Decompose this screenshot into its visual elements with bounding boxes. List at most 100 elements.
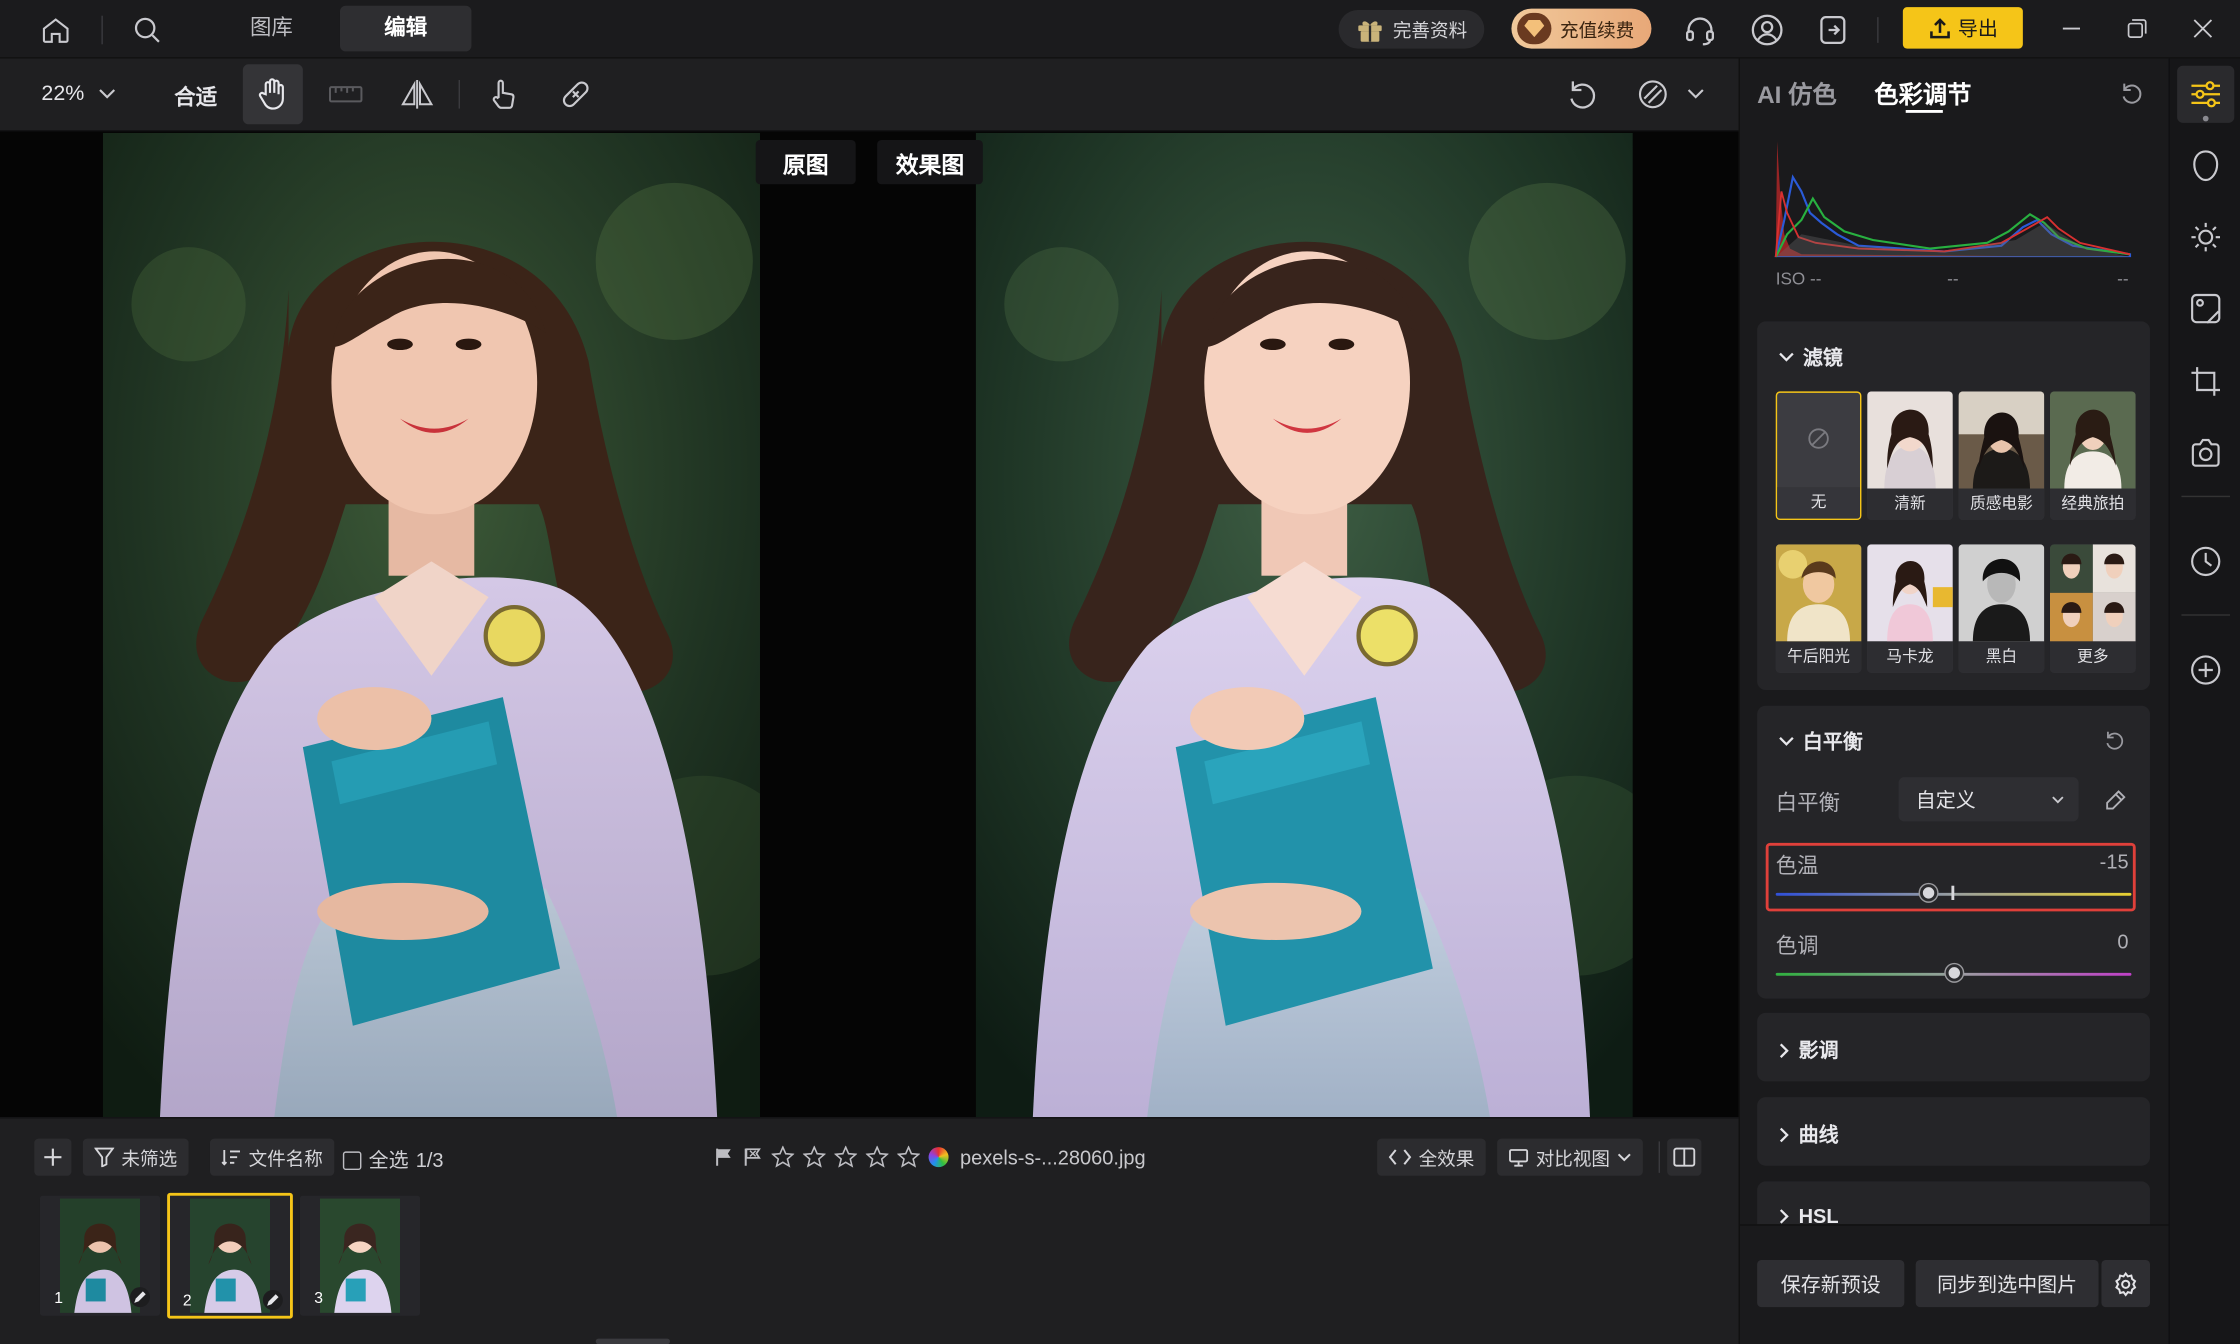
sync-button[interactable]: 同步到选中图片 — [1915, 1259, 2099, 1308]
tab-library[interactable]: 图库 — [214, 6, 328, 52]
thumbnail-1[interactable]: 1 — [39, 1195, 160, 1316]
split-view-button[interactable] — [1667, 1138, 1702, 1176]
thumbnail-number: 2 — [182, 1292, 192, 1310]
filter-more[interactable]: 更多 — [2049, 544, 2136, 673]
split-icon — [1673, 1147, 1696, 1167]
fit-button[interactable]: 合适 — [174, 81, 217, 111]
filter-afternoon-sun[interactable]: 午后阳光 — [1775, 544, 1862, 673]
filter-section-title: 滤镜 — [1802, 345, 1843, 369]
login-icon[interactable] — [1813, 10, 1853, 50]
ruler-icon[interactable] — [326, 74, 366, 114]
filmstrip-scrollbar[interactable] — [595, 1338, 670, 1344]
filter-black-white[interactable]: 黑白 — [1958, 544, 2045, 673]
recharge-button[interactable]: 充值续费 — [1511, 8, 1652, 49]
search-icon[interactable] — [129, 11, 166, 48]
chevron-right-icon — [1779, 1042, 1790, 1058]
undo-icon[interactable] — [1563, 74, 1603, 114]
export-button[interactable]: 导出 — [1902, 7, 2023, 49]
white-balance-title: 白平衡 — [1802, 729, 1863, 753]
face-retouch-icon[interactable] — [2187, 147, 2224, 184]
chevron-down-icon — [1779, 351, 1795, 362]
sort-icon — [221, 1147, 241, 1167]
history-icon[interactable] — [2187, 543, 2224, 580]
filename-label: pexels-s-...28060.jpg — [959, 1145, 1146, 1169]
original-label: 原图 — [755, 139, 856, 185]
star-icon[interactable] — [802, 1145, 826, 1169]
tint-label: 色调 — [1775, 934, 1819, 959]
touch-icon[interactable] — [483, 74, 523, 114]
add-button[interactable] — [34, 1138, 72, 1176]
none-icon — [1807, 427, 1830, 450]
minimize-icon[interactable] — [2054, 11, 2088, 45]
temperature-value[interactable]: -15 — [2086, 850, 2129, 873]
reject-flag-icon[interactable] — [743, 1147, 763, 1167]
plus-icon — [43, 1147, 63, 1167]
crop-icon[interactable] — [2187, 363, 2224, 400]
sort-label: 文件名称 — [248, 1147, 323, 1170]
diamond-icon — [1517, 12, 1552, 45]
reset-icon[interactable] — [2116, 77, 2147, 108]
edited-pencil-icon — [129, 1287, 150, 1308]
user-icon[interactable] — [1747, 10, 1787, 50]
compare-view-dropdown[interactable]: 对比视图 — [1497, 1138, 1643, 1176]
star-icon[interactable] — [865, 1145, 889, 1169]
mask-icon[interactable] — [1633, 74, 1673, 114]
thumbnail-2[interactable]: 2 — [167, 1192, 293, 1319]
white-balance-header[interactable]: 白平衡 — [1779, 727, 1863, 756]
filter-fresh[interactable]: 清新 — [1867, 391, 1953, 520]
save-preset-button[interactable]: 保存新预设 — [1757, 1259, 1905, 1308]
select-all-checkbox[interactable]: 全选 1/3 — [342, 1146, 444, 1175]
color-label-icon[interactable] — [928, 1147, 949, 1168]
filter-label: 经典旅拍 — [2049, 488, 2136, 520]
brightness-icon[interactable] — [2187, 219, 2224, 256]
filter-macaron[interactable]: 马卡龙 — [1867, 544, 1953, 673]
filter-label: 更多 — [2049, 641, 2136, 673]
add-tool-icon[interactable] — [2187, 651, 2224, 688]
camera-icon[interactable] — [2187, 434, 2224, 471]
curve-section-title: 曲线 — [1798, 1122, 1839, 1146]
sort-dropdown[interactable]: 文件名称 — [209, 1138, 335, 1176]
hand-tool-icon[interactable] — [242, 64, 303, 125]
complete-profile-button[interactable]: 完善资料 — [1338, 9, 1485, 49]
reset-icon[interactable] — [2100, 726, 2129, 755]
filter-none[interactable]: 无 — [1775, 391, 1862, 520]
filter-section-header[interactable]: 滤镜 — [1779, 343, 1843, 372]
filter-travel[interactable]: 经典旅拍 — [2049, 391, 2136, 520]
histogram — [1772, 134, 2133, 258]
flip-icon[interactable] — [397, 74, 437, 114]
flag-icon[interactable] — [714, 1147, 734, 1167]
tone-section-header[interactable]: 影调 — [1779, 1036, 1839, 1065]
effect-label: 效果图 — [877, 139, 983, 185]
restore-icon[interactable] — [2120, 11, 2154, 45]
filter-dropdown[interactable]: 未筛选 — [82, 1138, 189, 1176]
image-canvas[interactable]: 原图 效果图 — [0, 131, 1739, 1118]
image-edit-icon[interactable] — [2187, 290, 2224, 327]
filter-label: 黑白 — [1958, 641, 2045, 673]
tab-ai-color[interactable]: AI 仿色 — [1757, 74, 1837, 110]
eyedropper-icon[interactable] — [2100, 784, 2131, 815]
home-icon[interactable] — [37, 11, 74, 48]
tint-value[interactable]: 0 — [2086, 930, 2128, 953]
star-icon[interactable] — [834, 1145, 858, 1169]
white-balance-select[interactable]: 自定义 — [1898, 777, 2079, 822]
filter-label: 午后阳光 — [1775, 641, 1862, 673]
temperature-slider-handle[interactable] — [1920, 884, 1938, 902]
tab-edit[interactable]: 编辑 — [339, 5, 472, 52]
tab-color-adjust[interactable]: 色彩调节 — [1874, 74, 1971, 110]
filter-film[interactable]: 质感电影 — [1958, 391, 2045, 520]
curve-section-header[interactable]: 曲线 — [1779, 1120, 1839, 1149]
all-effects-toggle[interactable]: 全效果 — [1377, 1138, 1486, 1176]
adjust-sliders-icon[interactable] — [2177, 65, 2235, 123]
thumbnail-number: 3 — [314, 1289, 324, 1308]
tint-slider-handle[interactable] — [1944, 964, 1963, 982]
zoom-select[interactable]: 22% — [41, 81, 116, 106]
filter-label: 马卡龙 — [1867, 641, 1953, 673]
star-icon[interactable] — [771, 1145, 795, 1169]
headset-icon[interactable] — [1680, 10, 1720, 50]
bandage-icon[interactable] — [556, 74, 596, 114]
thumbnail-3[interactable]: 3 — [299, 1195, 420, 1316]
star-icon[interactable] — [897, 1145, 920, 1169]
close-icon[interactable] — [2186, 11, 2220, 45]
chevron-down-icon[interactable] — [1683, 81, 1709, 107]
gear-icon[interactable] — [2101, 1259, 2150, 1308]
